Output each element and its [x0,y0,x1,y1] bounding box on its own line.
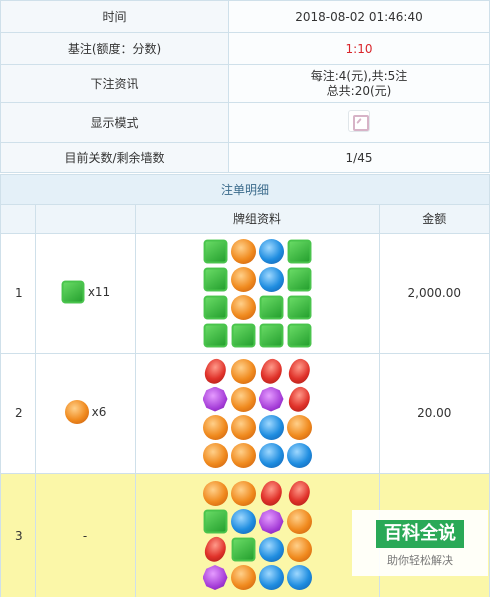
square-candy-icon [259,295,283,319]
square-candy-icon [203,509,227,534]
header-bet [35,205,136,234]
orange-candy-icon [230,442,256,468]
red-candy-icon [200,355,230,387]
orange-candy-icon [286,537,312,562]
bet-info-label: 下注资讯 [0,64,229,103]
table-row: 2 x6 20.00 [1,353,489,474]
blue-candy-icon [258,266,284,292]
blue-candy-icon [286,565,312,590]
red-candy-icon [284,355,314,387]
bet-multiplier: x6 [91,405,107,419]
base-bet-value: 1:10 [228,32,490,65]
square-candy-icon [203,323,227,347]
blue-candy-icon [258,442,284,468]
orange-round-candy-icon [64,400,89,424]
blue-candy-icon [258,238,284,264]
square-candy-icon [203,267,227,291]
red-candy-icon [284,383,314,415]
candy-grid [200,355,314,469]
bet-info-line-1: 每注:4(元),共:5注 [310,68,408,83]
square-candy-icon [287,267,311,291]
header-cards: 牌组资料 [135,205,380,234]
row-index: 3 [1,473,36,597]
orange-candy-icon [230,294,256,320]
display-mode-cell [228,102,490,143]
square-candy-icon [203,239,227,263]
candy-grid [202,238,313,349]
orange-candy-icon [286,414,312,440]
time-label: 时间 [0,0,229,33]
orange-candy-icon [202,481,228,506]
bet-info-table: 时间 2018-08-02 01:46:40 基注(额度：分数) 1:10 下注… [0,0,490,173]
blue-candy-icon [258,414,284,440]
orange-candy-icon [230,414,256,440]
orange-candy-icon [230,358,256,384]
display-mode-label: 显示模式 [0,102,229,143]
orange-candy-icon [230,481,256,506]
header-index [1,205,36,234]
orange-candy-icon [230,386,256,412]
red-candy-icon [200,533,230,566]
row-cards [135,353,380,474]
table-row: 1 x11 2,000.00 [1,233,489,354]
orange-candy-icon [230,266,256,292]
orange-candy-icon [230,565,256,590]
bet-info-line-2: 总共:20(元) [326,83,392,98]
row-index: 1 [1,233,36,354]
candy-grid [200,477,314,591]
purple-candy-icon [202,386,228,412]
blue-candy-icon [230,509,256,534]
square-candy-icon [287,239,311,263]
orange-candy-icon [286,509,312,534]
watermark-title: 百科全说 [376,520,464,548]
square-candy-icon [203,295,227,319]
row-amount: 2,000.00 [379,233,489,354]
blue-candy-icon [286,442,312,468]
row-bet: x6 [35,353,136,474]
square-candy-icon [259,323,283,347]
display-mode-toggle-icon[interactable] [348,110,370,132]
purple-candy-icon [258,386,284,412]
header-amount: 金额 [379,205,489,234]
square-candy-icon [287,323,311,347]
row-bet: x11 [35,233,136,354]
row-cards [135,473,380,597]
detail-title: 注单明细 [1,175,489,205]
green-square-candy-icon [61,280,85,304]
row-amount: 20.00 [379,353,489,474]
red-candy-icon [284,477,314,510]
row-bet: - [35,473,136,597]
base-bet-label: 基注(额度：分数) [0,32,229,65]
level-value: 1/45 [228,142,490,173]
purple-candy-icon [258,509,284,534]
orange-candy-icon [202,414,228,440]
orange-candy-icon [202,442,228,468]
blue-candy-icon [258,565,284,590]
watermark-logo: 百科全说 助你轻松解决 [352,510,488,576]
red-candy-icon [256,355,286,387]
purple-candy-icon [202,565,228,590]
row-index: 2 [1,353,36,474]
orange-candy-icon [230,238,256,264]
square-candy-icon [287,295,311,319]
bet-info-value: 每注:4(元),共:5注 总共:20(元) [228,64,490,103]
square-candy-icon [231,537,255,562]
level-label: 目前关数/剩余墙数 [0,142,229,173]
square-candy-icon [231,323,255,347]
time-value: 2018-08-02 01:46:40 [228,0,490,33]
blue-candy-icon [258,537,284,562]
row-cards [135,233,380,354]
red-candy-icon [256,477,286,510]
bet-multiplier: x11 [87,285,111,299]
watermark-subtitle: 助你轻松解决 [387,554,453,567]
